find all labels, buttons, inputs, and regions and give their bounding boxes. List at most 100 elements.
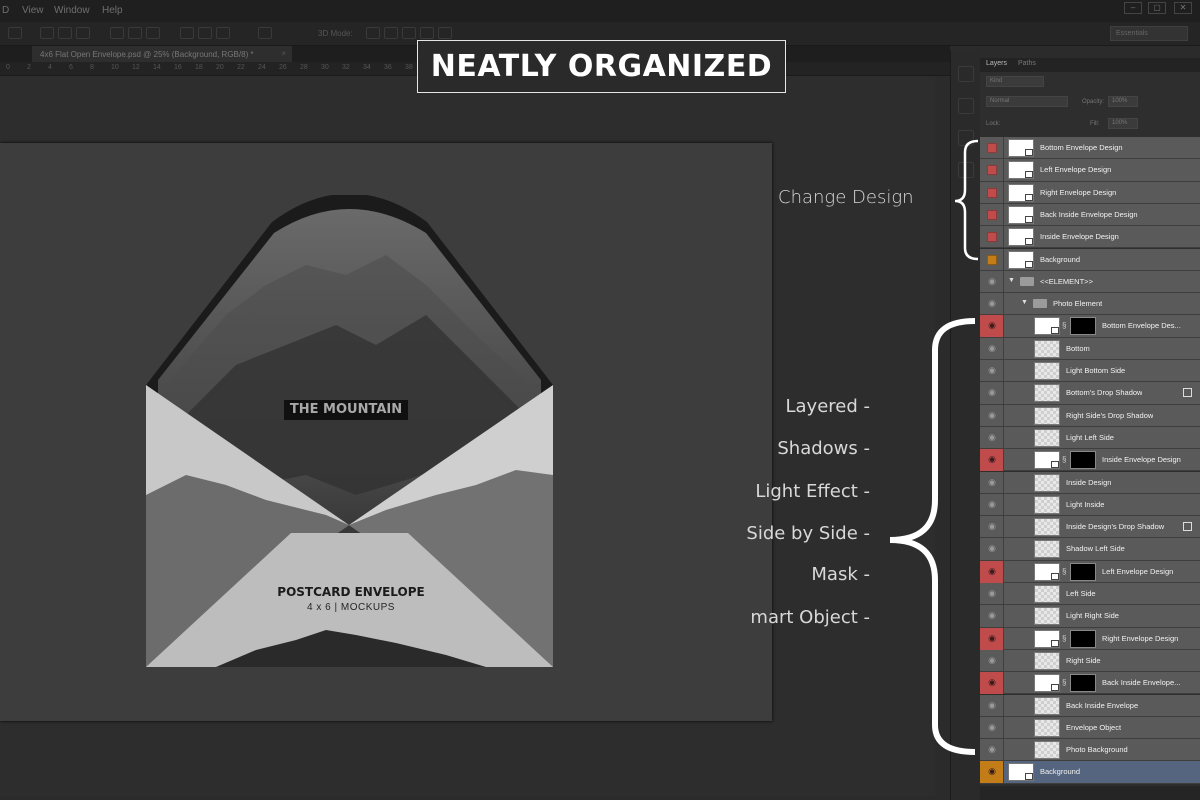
close-tab-icon[interactable]: × (281, 49, 286, 58)
layer-thumbnail[interactable] (1008, 205, 1034, 224)
maximize-button[interactable]: ▢ (1148, 2, 1166, 14)
visibility-toggle[interactable]: ◉ (980, 293, 1004, 316)
link-chain-icon[interactable]: § (1062, 567, 1066, 576)
layer-mask-thumbnail[interactable] (1070, 674, 1096, 693)
layer-row[interactable]: ◉ Inside Design (980, 471, 1200, 494)
opacity-input[interactable]: 100% (1108, 96, 1138, 107)
filter-kind-select[interactable]: Kind (986, 76, 1044, 87)
expand-arrow-icon[interactable]: ▼ (1021, 299, 1028, 306)
layer-thumbnail[interactable] (1034, 384, 1060, 403)
layer-row[interactable]: ◉ Light Bottom Side (980, 360, 1200, 383)
layer-row[interactable]: ◉ § Left Envelope Design (980, 560, 1200, 583)
properties-panel-icon[interactable] (958, 98, 974, 114)
eye-icon[interactable]: ◉ (986, 722, 998, 732)
layer-thumbnail[interactable] (1008, 161, 1034, 180)
eye-icon[interactable]: ◉ (986, 455, 998, 464)
layer-row[interactable]: ◉ Right Side (980, 649, 1200, 673)
eye-icon[interactable]: ◉ (986, 589, 998, 598)
layer-thumbnail[interactable] (1034, 317, 1060, 336)
layer-row[interactable]: Right Envelope Design (980, 181, 1200, 204)
link-chain-icon[interactable]: § (1062, 455, 1066, 464)
layer-thumbnail[interactable] (1034, 339, 1060, 358)
align-center-icon[interactable] (58, 27, 72, 39)
distribute-top-icon[interactable] (110, 27, 124, 39)
layer-thumbnail[interactable] (1034, 473, 1060, 492)
auto-align-icon[interactable] (258, 27, 272, 39)
layer-thumbnail[interactable] (1034, 718, 1060, 737)
layer-mask-thumbnail[interactable] (1070, 451, 1096, 470)
layer-row[interactable]: Back Inside Envelope Design (980, 203, 1200, 227)
distribute-right-icon[interactable] (216, 27, 230, 39)
eye-icon[interactable]: ◉ (986, 499, 998, 509)
menu-help[interactable]: Help (102, 5, 123, 16)
tool-preset-icon[interactable] (8, 27, 22, 39)
layer-thumbnail[interactable] (1008, 228, 1034, 247)
layer-row[interactable]: ◉ § Right Envelope Design (980, 627, 1200, 650)
swatches-panel-icon[interactable] (958, 162, 974, 178)
visibility-toggle[interactable] (987, 165, 997, 176)
layer-row[interactable]: ◉ ▼ Photo Element (980, 293, 1200, 316)
layer-row[interactable]: Left Envelope Design (980, 159, 1200, 182)
layer-color-tag[interactable] (980, 226, 1004, 249)
visibility-toggle[interactable]: ◉ (980, 493, 1004, 516)
eye-icon[interactable]: ◉ (986, 566, 998, 576)
layer-thumbnail[interactable] (1034, 406, 1060, 425)
distribute-middle-icon[interactable] (128, 27, 142, 39)
layer-thumbnail[interactable] (1034, 451, 1060, 470)
tab-paths[interactable]: Paths (1018, 60, 1036, 67)
3d-scale-icon[interactable] (438, 27, 452, 39)
layer-row[interactable]: ◉ ▼ <<ELEMENT>> (980, 270, 1200, 294)
layer-thumbnail[interactable] (1034, 741, 1060, 760)
layer-row[interactable]: ◉ Envelope Object (980, 716, 1200, 740)
layer-row[interactable]: Inside Envelope Design (980, 226, 1200, 249)
distribute-left-icon[interactable] (180, 27, 194, 39)
layer-thumbnail[interactable] (1008, 250, 1034, 269)
layer-color-tag[interactable] (980, 181, 1004, 204)
layer-row[interactable]: ◉ Inside Design's Drop Shadow (980, 516, 1200, 539)
layer-color-tag[interactable] (980, 137, 1004, 159)
tab-layers[interactable]: Layers (986, 60, 1007, 67)
menu-3d[interactable]: D (2, 5, 9, 16)
eye-icon[interactable]: ◉ (986, 655, 998, 665)
3d-roll-icon[interactable] (384, 27, 398, 39)
visibility-toggle[interactable] (987, 232, 997, 243)
eye-icon[interactable]: ◉ (986, 432, 998, 442)
layer-row[interactable]: ◉ Bottom (980, 337, 1200, 360)
visibility-toggle[interactable]: ◉ (980, 315, 1004, 338)
layer-thumbnail[interactable] (1034, 540, 1060, 559)
history-panel-icon[interactable] (958, 66, 974, 82)
visibility-toggle[interactable]: ◉ (980, 716, 1004, 739)
visibility-toggle[interactable]: ◉ (980, 404, 1004, 427)
align-left-icon[interactable] (40, 27, 54, 39)
3d-pan-icon[interactable] (402, 27, 416, 39)
visibility-toggle[interactable]: ◉ (980, 471, 1004, 494)
minimize-button[interactable]: – (1124, 2, 1142, 14)
menu-window[interactable]: Window (54, 5, 90, 16)
link-chain-icon[interactable]: § (1062, 321, 1066, 330)
layer-row[interactable]: Background (980, 248, 1200, 271)
visibility-toggle[interactable]: ◉ (980, 761, 1004, 784)
eye-icon[interactable]: ◉ (986, 767, 998, 776)
visibility-toggle[interactable]: ◉ (980, 649, 1004, 672)
layer-row[interactable]: ◉ Light Right Side (980, 605, 1200, 628)
visibility-toggle[interactable]: ◉ (980, 426, 1004, 449)
layer-color-tag[interactable] (980, 203, 1004, 226)
eye-icon[interactable]: ◉ (986, 633, 998, 643)
layer-row[interactable]: ◉ § Inside Envelope Design (980, 449, 1200, 472)
visibility-toggle[interactable]: ◉ (980, 672, 1004, 695)
layer-thumbnail[interactable] (1034, 696, 1060, 715)
visibility-toggle[interactable]: ◉ (980, 270, 1004, 293)
visibility-toggle[interactable]: ◉ (980, 627, 1004, 650)
layer-thumbnail[interactable] (1034, 629, 1060, 648)
visibility-toggle[interactable]: ◉ (980, 538, 1004, 561)
layer-thumbnail[interactable] (1008, 763, 1034, 782)
layer-row[interactable]: ◉ § Bottom Envelope Des... (980, 315, 1200, 338)
visibility-toggle[interactable]: ◉ (980, 739, 1004, 762)
visibility-toggle[interactable] (987, 254, 997, 265)
layer-row[interactable]: ◉ Back Inside Envelope (980, 694, 1200, 717)
eye-icon[interactable]: ◉ (986, 343, 998, 353)
visibility-toggle[interactable]: ◉ (980, 560, 1004, 583)
menu-view[interactable]: View (22, 5, 44, 16)
layer-row[interactable]: ◉ Right Side's Drop Shadow (980, 404, 1200, 427)
eye-icon[interactable]: ◉ (986, 611, 998, 620)
